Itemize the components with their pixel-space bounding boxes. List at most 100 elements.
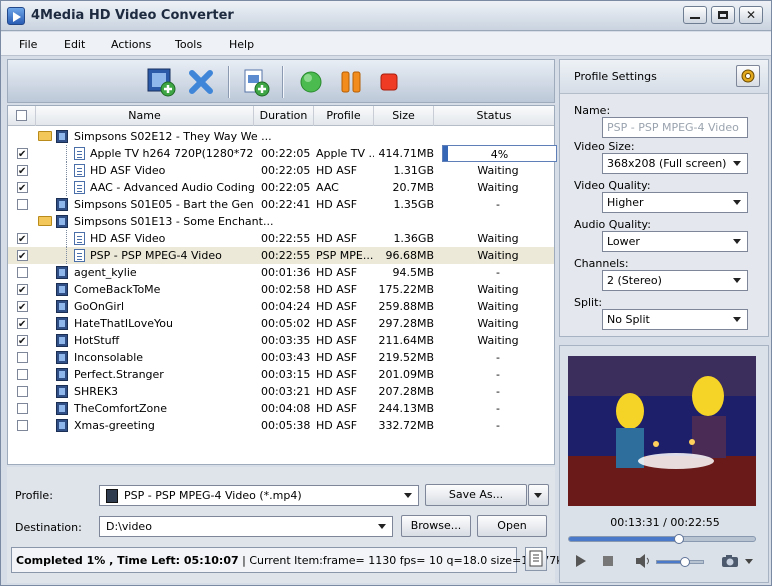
row-checkbox[interactable] xyxy=(17,386,28,397)
video-size-select[interactable]: 368x208 (Full screen) xyxy=(602,153,748,174)
remove-button[interactable] xyxy=(186,67,216,97)
row-checkbox[interactable] xyxy=(17,403,28,414)
channels-select[interactable]: 2 (Stereo) xyxy=(602,270,748,291)
seek-handle[interactable] xyxy=(673,534,684,544)
name-field[interactable]: PSP - PSP MPEG-4 Video xyxy=(602,117,748,138)
table-row[interactable]: Simpsons S02E12 - They Way We ... xyxy=(8,128,554,145)
add-profile-button[interactable] xyxy=(240,67,270,97)
table-row[interactable]: HateThatILoveYou 00:05:02 HD ASF 297.28MB Wa… xyxy=(8,315,554,333)
save-as-dropdown[interactable] xyxy=(528,484,549,506)
destination-input[interactable]: D:\video xyxy=(99,516,393,537)
row-checkbox[interactable] xyxy=(17,316,28,333)
add-file-button[interactable] xyxy=(146,67,176,97)
table-row[interactable]: agent_kylie 00:01:36 HD ASF 94.5MB - xyxy=(8,264,554,281)
table-row[interactable]: Simpsons S01E13 - Some Enchant... xyxy=(8,213,554,230)
menu-actions[interactable]: Actions xyxy=(111,38,151,51)
table-row[interactable]: Perfect.Stranger 00:03:15 HD ASF 201.09MB - xyxy=(8,366,554,383)
video-file-icon xyxy=(56,419,68,432)
row-checkbox[interactable] xyxy=(17,248,28,265)
row-checkbox[interactable] xyxy=(17,282,28,299)
save-as-button[interactable]: Save As... xyxy=(425,484,527,506)
table-row[interactable]: ComeBackToMe 00:02:58 HD ASF 175.22MB Waitin… xyxy=(8,281,554,299)
window-title: 4Media HD Video Converter xyxy=(31,8,234,23)
row-progress-fill xyxy=(443,146,448,161)
maximize-button[interactable] xyxy=(711,6,735,24)
row-checkbox[interactable] xyxy=(17,199,28,210)
row-checkbox[interactable] xyxy=(17,146,28,163)
row-checkbox[interactable] xyxy=(17,231,28,248)
chevron-down-icon xyxy=(534,493,542,498)
split-label: Split: xyxy=(574,296,603,309)
table-row[interactable]: TheComfortZone 00:04:08 HD ASF 244.13MB - xyxy=(8,400,554,417)
table-row[interactable]: HotStuff 00:03:35 HD ASF 211.64MB Waiting xyxy=(8,332,554,350)
seek-bar[interactable] xyxy=(568,536,756,542)
row-name: Simpsons S02E12 - They Way We ... xyxy=(74,130,272,143)
browse-button[interactable]: Browse... xyxy=(401,515,471,537)
chevron-down-icon xyxy=(730,312,745,327)
snapshot-camera-icon[interactable] xyxy=(720,553,740,569)
open-button[interactable]: Open xyxy=(477,515,547,537)
header-name[interactable]: Name xyxy=(36,106,254,126)
log-button[interactable] xyxy=(525,547,547,571)
pause-button[interactable] xyxy=(336,67,366,97)
row-checkbox[interactable] xyxy=(17,267,28,278)
header-profile[interactable]: Profile xyxy=(314,106,374,126)
table-row[interactable]: Inconsolable 00:03:43 HD ASF 219.52MB - xyxy=(8,349,554,366)
menu-tools[interactable]: Tools xyxy=(175,38,202,51)
menu-edit[interactable]: Edit xyxy=(64,38,85,51)
table-row[interactable]: Simpsons S01E05 - Bart the General 00:22:… xyxy=(8,196,554,213)
video-preview[interactable] xyxy=(568,356,756,506)
menu-bar: File Edit Actions Tools Help xyxy=(1,32,771,56)
row-checkbox[interactable] xyxy=(17,163,28,180)
close-button[interactable]: ✕ xyxy=(739,6,763,24)
row-name: AAC - Advanced Audio Coding xyxy=(90,181,254,194)
table-row[interactable]: GoOnGirl 00:04:24 HD ASF 259.88MB Waiting xyxy=(8,298,554,316)
header-status[interactable]: Status xyxy=(434,106,554,126)
row-checkbox[interactable] xyxy=(17,299,28,316)
row-size: 201.09MB xyxy=(378,368,434,381)
video-file-icon xyxy=(56,130,68,143)
row-name: Xmas-greeting xyxy=(74,419,155,432)
row-profile: HD ASF xyxy=(316,402,358,415)
volume-icon[interactable] xyxy=(634,553,652,569)
row-size: 219.52MB xyxy=(378,351,434,364)
table-row[interactable]: PSP - PSP MPEG-4 Video 00:22:55 PSP MPE...… xyxy=(8,247,554,265)
table-row[interactable]: AAC - Advanced Audio Coding 00:22:05 AAC 20… xyxy=(8,179,554,197)
video-frame-image xyxy=(568,356,756,506)
convert-button[interactable] xyxy=(296,67,326,97)
header-select-all[interactable] xyxy=(8,106,36,126)
row-profile: PSP MPE... xyxy=(316,249,374,262)
split-select[interactable]: No Split xyxy=(602,309,748,330)
select-all-checkbox[interactable] xyxy=(16,110,27,121)
table-row[interactable]: HD ASF Video 00:22:55 HD ASF 1.36GB Waiting xyxy=(8,230,554,248)
table-row[interactable]: Xmas-greeting 00:05:38 HD ASF 332.72MB - xyxy=(8,417,554,434)
folder-icon xyxy=(38,216,52,226)
advanced-settings-button[interactable] xyxy=(736,65,760,87)
output-profile-icon xyxy=(74,164,85,177)
table-row[interactable]: Apple TV h264 720P(1280*720) 00:22:05 Appl… xyxy=(8,145,557,163)
stop-playback-icon[interactable] xyxy=(602,555,614,567)
play-icon[interactable] xyxy=(574,554,588,568)
row-checkbox[interactable] xyxy=(17,180,28,197)
toolbar xyxy=(7,59,555,103)
row-profile: HD ASF xyxy=(316,300,358,313)
profile-select[interactable]: PSP - PSP MPEG-4 Video (*.mp4) xyxy=(99,485,419,506)
minimize-button[interactable] xyxy=(683,6,707,24)
volume-handle[interactable] xyxy=(679,557,690,567)
audio-quality-select[interactable]: Lower xyxy=(602,231,748,252)
row-duration: 00:22:05 xyxy=(261,147,311,160)
header-duration[interactable]: Duration xyxy=(254,106,314,126)
row-checkbox[interactable] xyxy=(17,352,28,363)
table-row[interactable]: SHREK3 00:03:21 HD ASF 207.28MB - xyxy=(8,383,554,400)
row-status: Waiting xyxy=(477,283,519,296)
table-row[interactable]: HD ASF Video 00:22:05 HD ASF 1.31GB Waiting xyxy=(8,162,554,180)
stop-button[interactable] xyxy=(374,67,404,97)
video-quality-select[interactable]: Higher xyxy=(602,192,748,213)
row-checkbox[interactable] xyxy=(17,369,28,380)
header-size[interactable]: Size xyxy=(374,106,434,126)
chevron-down-icon[interactable] xyxy=(744,558,754,566)
menu-file[interactable]: File xyxy=(19,38,37,51)
row-checkbox[interactable] xyxy=(17,333,28,350)
menu-help[interactable]: Help xyxy=(229,38,254,51)
row-checkbox[interactable] xyxy=(17,420,28,431)
